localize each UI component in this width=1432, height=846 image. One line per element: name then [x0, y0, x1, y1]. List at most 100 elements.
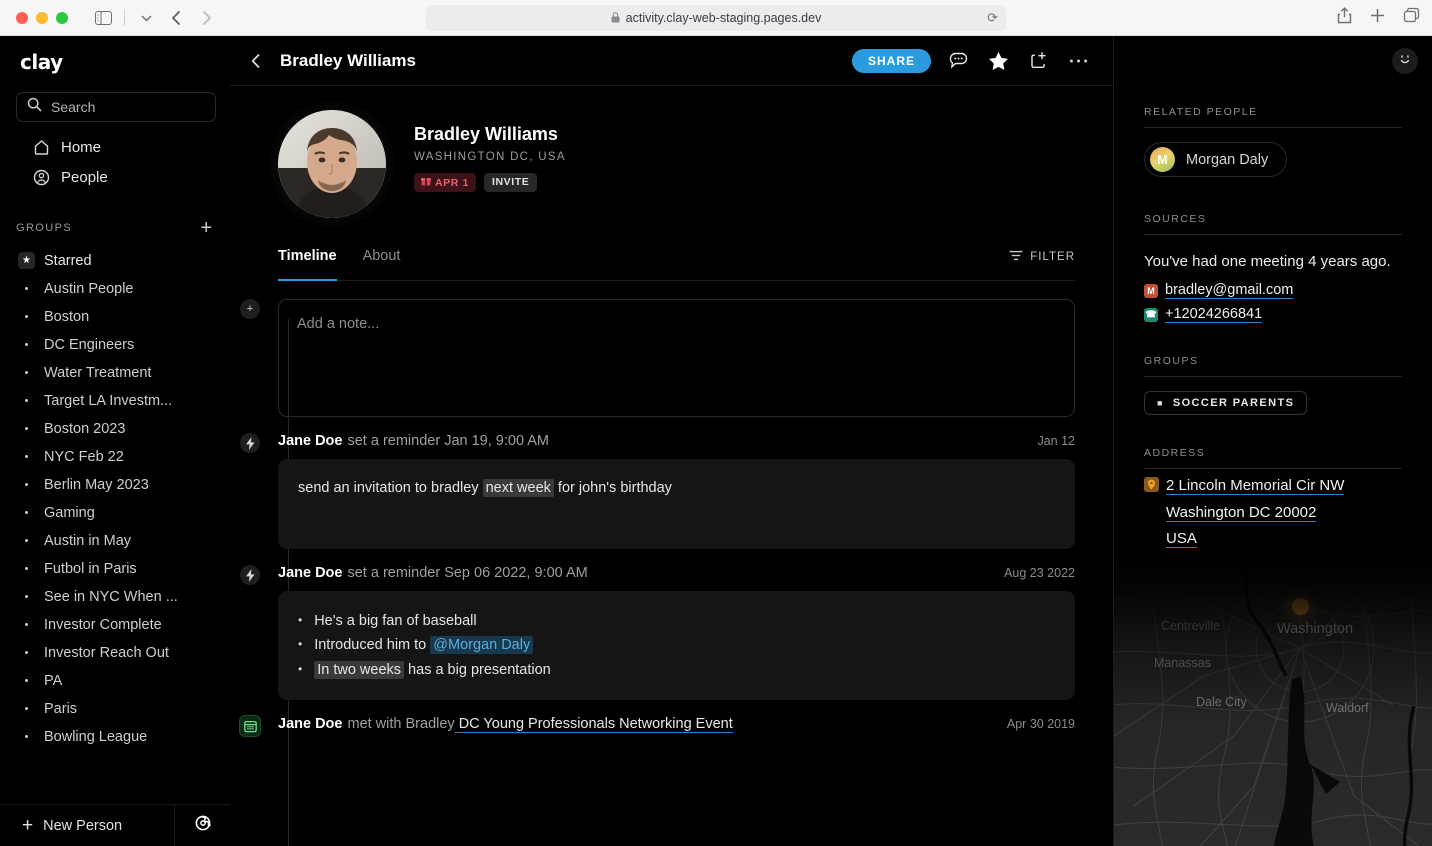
bullet-icon: •	[24, 562, 29, 575]
note-text: He's a big fan of baseball	[314, 613, 477, 629]
user-avatar-button[interactable]	[1392, 48, 1418, 74]
group-list-item[interactable]: • Bowling League	[0, 723, 230, 751]
tabs-overview-icon[interactable]	[1403, 7, 1420, 28]
bullet-icon: •	[24, 618, 29, 631]
group-item-label: Austin People	[44, 281, 134, 297]
search-input[interactable]: Search	[16, 92, 216, 122]
note-text: for john's birthday	[553, 480, 672, 496]
mention-token[interactable]: @Morgan Daly	[430, 636, 534, 655]
star-filled-icon[interactable]	[985, 48, 1011, 74]
event-body[interactable]: • He's a big fan of baseball • Introduced h…	[278, 591, 1075, 701]
center-header: Bradley Williams SHARE	[230, 36, 1113, 86]
share-button[interactable]: SHARE	[851, 48, 931, 73]
related-person-morgan-daly[interactable]: M Morgan Daly	[1144, 142, 1288, 177]
group-list-item[interactable]: • Target LA Investm...	[0, 387, 230, 415]
address-bar[interactable]: activity.clay-web-staging.pages.dev ⟳	[426, 4, 1006, 31]
group-list-item[interactable]: • Futbol in Paris	[0, 555, 230, 583]
bullet-icon: •	[24, 282, 29, 295]
group-list-item[interactable]: • See in NYC When ...	[0, 583, 230, 611]
note-bullet-item: • He's a big fan of baseball	[298, 609, 1055, 633]
note-bullet-item: • Introduced him to @Morgan Daly	[298, 633, 1055, 657]
new-person-button[interactable]: + New Person	[0, 805, 174, 846]
birthday-badge[interactable]: APR 1	[414, 173, 476, 192]
sidebar-item-home[interactable]: Home	[16, 132, 220, 162]
group-item-label: Investor Reach Out	[44, 645, 169, 661]
group-list-item[interactable]: • Paris	[0, 695, 230, 723]
bullet-icon: •	[24, 646, 29, 659]
group-chip-soccer-parents[interactable]: ■ SOCCER PARENTS	[1144, 391, 1308, 416]
contact-phone-row[interactable]: ☎ +12024266841	[1144, 306, 1402, 324]
tab-timeline[interactable]: Timeline	[278, 248, 337, 281]
address-map[interactable]: WashingtonCentrevilleManassasDale CityWa…	[1114, 556, 1432, 846]
sidebar-toggle-icon[interactable]	[90, 5, 116, 31]
section-divider	[1144, 127, 1402, 128]
address-line[interactable]: Washington DC 20002	[1166, 503, 1317, 522]
chevron-down-icon[interactable]	[133, 5, 159, 31]
event-action: set a reminder Sep 06 2022, 9:00 AM	[347, 565, 588, 581]
maximize-window-button[interactable]	[56, 11, 68, 24]
group-list-item[interactable]: • Investor Reach Out	[0, 639, 230, 667]
group-list-item[interactable]: • PA	[0, 667, 230, 695]
filter-label: FILTER	[1030, 251, 1075, 263]
note-bullet-text: Introduced him to @Morgan Daly	[314, 634, 534, 656]
add-to-group-icon[interactable]	[1025, 48, 1051, 74]
address-line[interactable]: 2 Lincoln Memorial Cir NW	[1166, 477, 1345, 496]
filter-button[interactable]: FILTER	[1009, 250, 1075, 280]
note-input[interactable]: Add a note...	[278, 299, 1075, 417]
settings-button[interactable]	[174, 805, 230, 846]
profile-name: Bradley Williams	[414, 124, 558, 144]
right-panel: WashingtonCentrevilleManassasDale CityWa…	[1114, 36, 1432, 846]
event-actor[interactable]: Jane Doe	[278, 565, 342, 581]
avatar[interactable]	[264, 96, 400, 232]
event-action: met with Bradley DC Young Professionals …	[347, 716, 733, 734]
contact-phone-link[interactable]: +12024266841	[1165, 306, 1263, 324]
group-list-item[interactable]: • Boston 2023	[0, 415, 230, 443]
group-list-item[interactable]: • Investor Complete	[0, 611, 230, 639]
add-group-button[interactable]: +	[200, 218, 212, 238]
group-list-item[interactable]: ★ Starred	[0, 246, 230, 275]
event-date: Jan 12	[1037, 434, 1075, 448]
event-body[interactable]: send an invitation to bradley next week …	[278, 459, 1075, 549]
address-line[interactable]: USA	[1166, 529, 1197, 548]
group-list-item[interactable]: • Berlin May 2023	[0, 471, 230, 499]
minimize-window-button[interactable]	[36, 11, 48, 24]
profile-location: WASHINGTON DC, USA	[414, 151, 566, 163]
person-circle-icon	[32, 168, 50, 186]
event-actor[interactable]: Jane Doe	[278, 433, 342, 449]
contact-email-link[interactable]: bradley@gmail.com	[1165, 282, 1294, 300]
group-list-item[interactable]: • Austin People	[0, 275, 230, 303]
share-icon[interactable]	[1337, 6, 1352, 29]
group-list-item[interactable]: • NYC Feb 22	[0, 443, 230, 471]
timeline-event-header: Jane Doe set a reminder Sep 06 2022, 9:00…	[278, 565, 1075, 581]
invite-badge[interactable]: INVITE	[483, 173, 538, 192]
star-icon: ★	[18, 252, 35, 269]
group-item-label: PA	[44, 673, 63, 689]
group-list-item[interactable]: • Boston	[0, 303, 230, 331]
group-list-item[interactable]: • Austin in May	[0, 527, 230, 555]
gmail-icon: M	[1144, 283, 1158, 298]
app-logo[interactable]: clay	[0, 36, 230, 86]
note-placeholder: Add a note...	[297, 316, 380, 332]
close-window-button[interactable]	[16, 11, 28, 24]
tab-about[interactable]: About	[363, 248, 401, 280]
sidebar-item-label: Home	[61, 138, 102, 156]
group-item-label: Austin in May	[44, 533, 132, 549]
group-list-item[interactable]: • Gaming	[0, 499, 230, 527]
chevron-left-icon[interactable]	[246, 53, 266, 69]
event-actor[interactable]: Jane Doe	[278, 716, 342, 732]
comment-icon[interactable]	[945, 48, 971, 74]
back-icon[interactable]	[163, 5, 189, 31]
group-list-item[interactable]: • Water Treatment	[0, 359, 230, 387]
reload-icon[interactable]: ⟳	[987, 10, 998, 26]
forward-icon[interactable]	[193, 5, 219, 31]
more-horizontal-icon[interactable]	[1065, 48, 1091, 74]
address-lines: 2 Lincoln Memorial Cir NW Washington DC …	[1166, 473, 1345, 552]
new-tab-icon[interactable]	[1370, 8, 1385, 28]
event-link[interactable]: DC Young Professionals Networking Event	[454, 716, 733, 734]
sidebar-item-people[interactable]: People	[16, 162, 220, 192]
address-value[interactable]: 2 Lincoln Memorial Cir NW Washington DC …	[1144, 473, 1402, 552]
group-list-item[interactable]: • DC Engineers	[0, 331, 230, 359]
note-text: send an invitation to bradley	[298, 480, 483, 496]
contact-email-row[interactable]: M bradley@gmail.com	[1144, 282, 1402, 300]
plus-icon[interactable]: +	[240, 299, 260, 319]
